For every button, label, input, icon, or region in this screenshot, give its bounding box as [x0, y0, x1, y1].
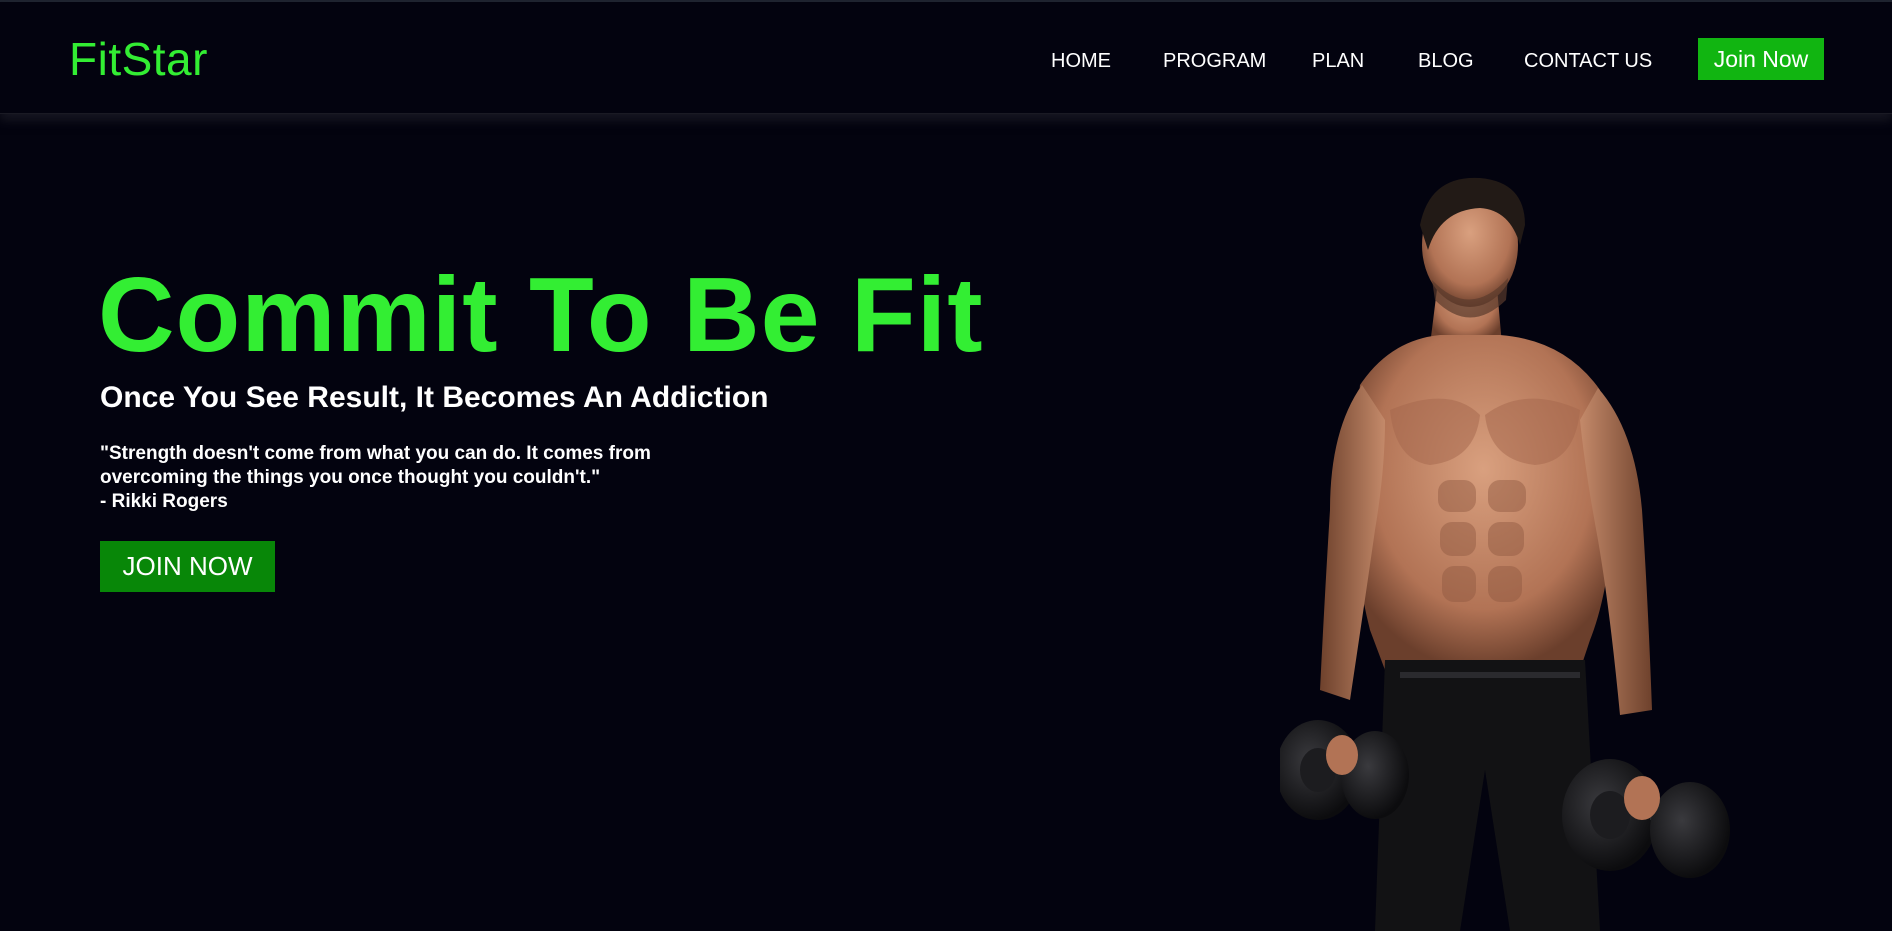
quote-line: "Strength doesn't come from what you can…: [100, 443, 651, 464]
quote-author: - Rikki Rogers: [100, 491, 228, 512]
hero-title: Commit To Be Fit: [98, 256, 984, 374]
quote-line: overcoming the things you once thought y…: [100, 467, 601, 488]
athlete-with-dumbbells-image: [1280, 177, 1730, 931]
join-now-nav-button[interactable]: Join Now: [1698, 38, 1824, 80]
nav-item-contact-us[interactable]: CONTACT US: [1524, 50, 1652, 73]
navbar: FitStar HOME PROGRAM PLAN BLOG CONTACT U…: [0, 2, 1892, 114]
join-now-hero-button[interactable]: JOIN NOW: [100, 541, 275, 592]
nav-item-program[interactable]: PROGRAM: [1163, 50, 1266, 73]
brand-logo[interactable]: FitStar: [69, 32, 208, 86]
hero-subtitle: Once You See Result, It Becomes An Addic…: [100, 381, 769, 414]
hero-quote: "Strength doesn't come from what you can…: [100, 442, 700, 514]
nav-item-home[interactable]: HOME: [1051, 50, 1111, 73]
nav-item-blog[interactable]: BLOG: [1418, 50, 1474, 73]
nav-item-plan[interactable]: PLAN: [1312, 50, 1364, 73]
